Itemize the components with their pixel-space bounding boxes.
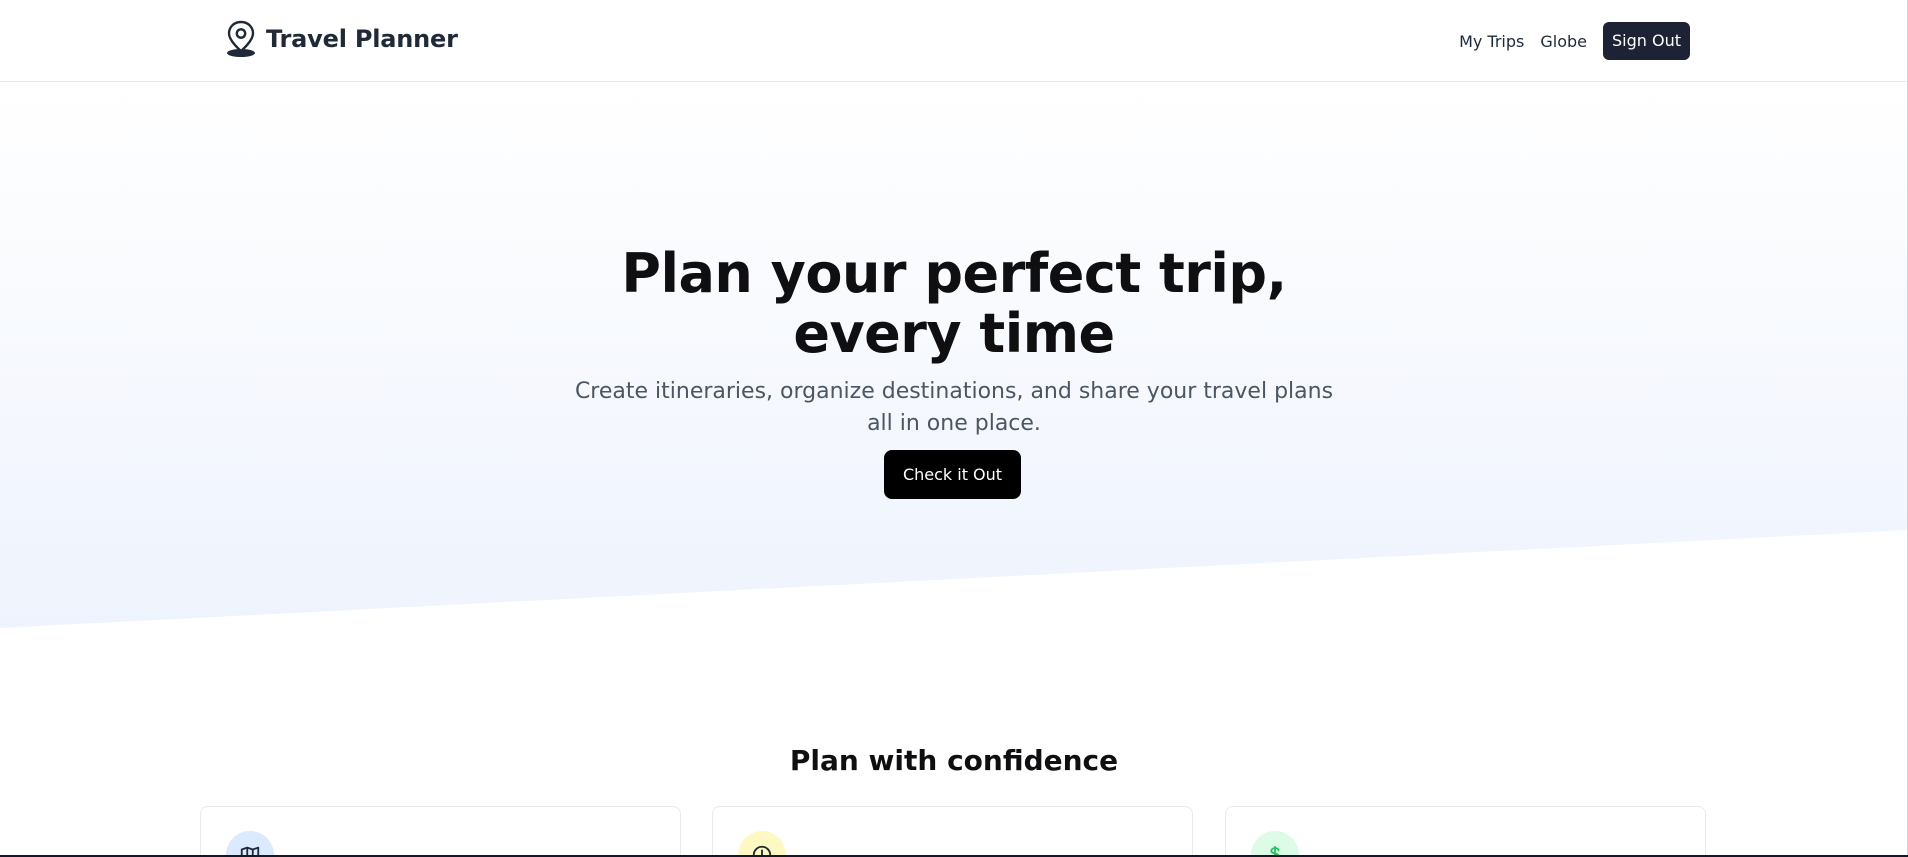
main-nav: My Trips Globe Sign Out <box>1459 22 1690 60</box>
check-it-out-button[interactable]: Check it Out <box>884 450 1021 499</box>
hero-section: Plan your perfect trip, every time Creat… <box>0 83 1908 628</box>
feature-cards <box>200 806 1706 857</box>
brand-name: Travel Planner <box>266 25 458 53</box>
hero-title-line-2: every time <box>793 302 1115 366</box>
top-navbar: Travel Planner My Trips Globe Sign Out <box>0 0 1908 82</box>
hero-title-line-1: Plan your perfect trip, <box>621 242 1287 306</box>
features-title: Plan with confidence <box>789 744 1119 778</box>
nav-my-trips[interactable]: My Trips <box>1459 32 1524 51</box>
hero-subtitle: Create itineraries, organize destination… <box>574 379 1334 436</box>
feature-icon-badge <box>738 831 786 857</box>
sign-out-button[interactable]: Sign Out <box>1603 22 1690 60</box>
feature-icon-badge <box>226 831 274 857</box>
feature-card-budget <box>1225 806 1706 857</box>
brand-link[interactable]: Travel Planner <box>224 20 458 58</box>
feature-card-map <box>200 806 681 857</box>
nav-globe[interactable]: Globe <box>1540 32 1587 51</box>
feature-card-clock <box>712 806 1193 857</box>
page: Travel Planner My Trips Globe Sign Out P… <box>0 0 1908 857</box>
map-pin-icon <box>227 20 255 57</box>
feature-icon-badge <box>1251 831 1299 857</box>
hero-title: Plan your perfect trip, every time <box>0 244 1908 364</box>
